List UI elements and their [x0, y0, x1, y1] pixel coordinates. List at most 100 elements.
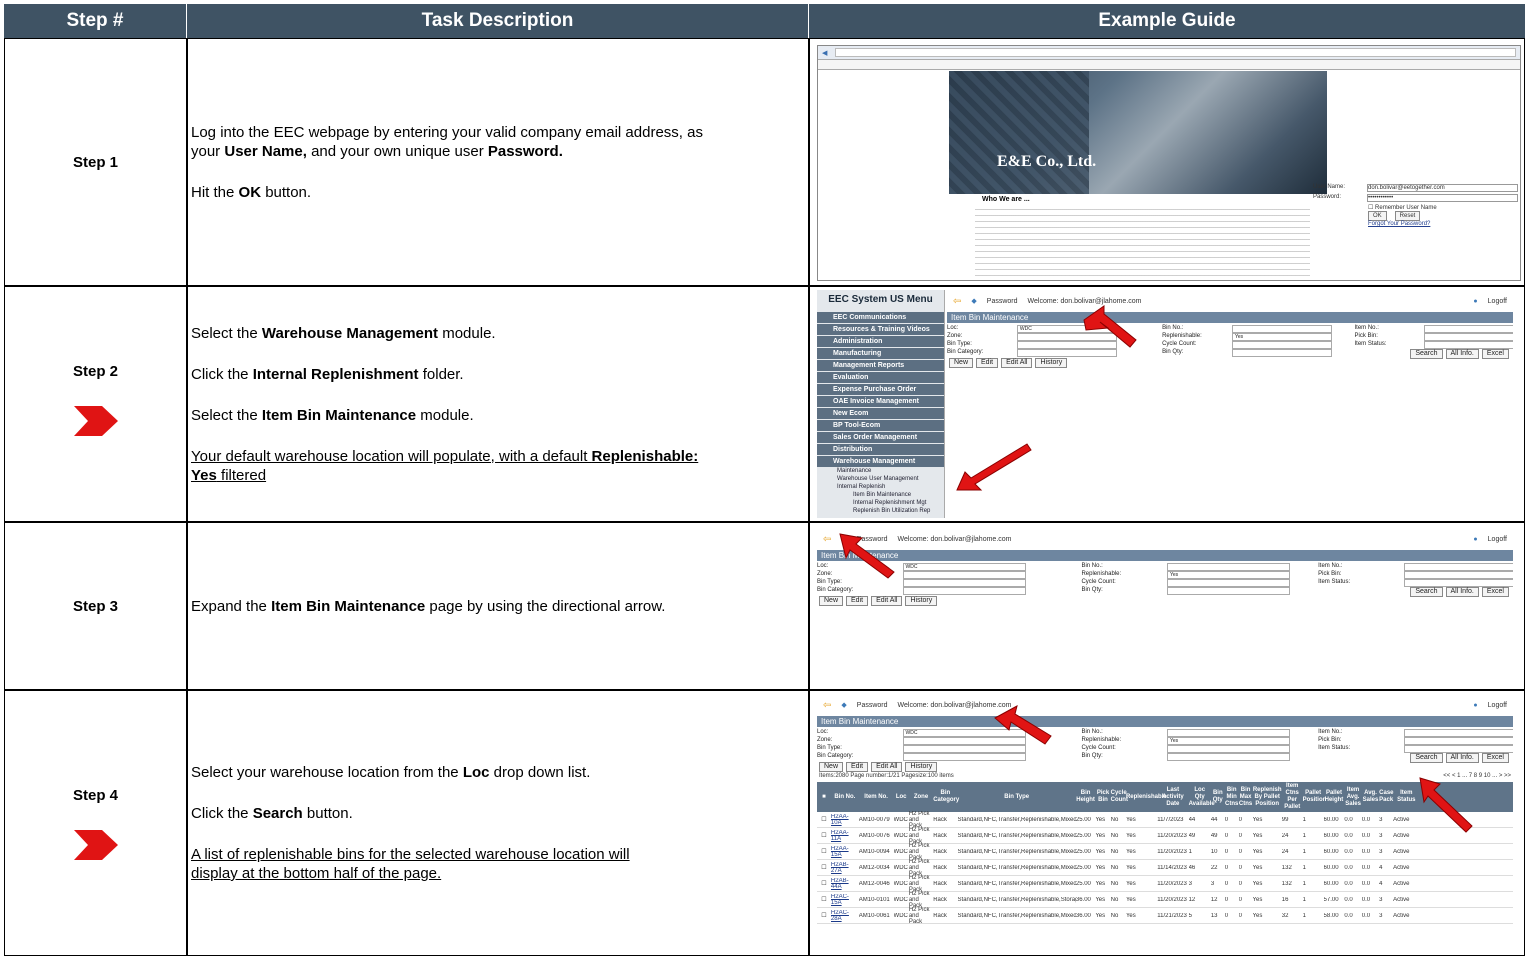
logoff-link[interactable]: Logoff — [1488, 702, 1507, 709]
column-header[interactable]: Pallet Height — [1324, 790, 1345, 804]
menu-item[interactable]: BP Tool-Ecom — [817, 420, 944, 431]
item-status-dropdown[interactable] — [1403, 579, 1513, 587]
replenishable-dropdown[interactable]: Yes — [1231, 333, 1332, 341]
history-button[interactable]: History — [905, 762, 938, 772]
column-header[interactable]: Loc Qty Available — [1189, 787, 1215, 808]
new-button[interactable]: New — [949, 358, 974, 368]
history-button[interactable]: History — [1035, 358, 1068, 368]
row-checkbox[interactable]: ☐ — [817, 880, 831, 887]
pick-bin-dropdown[interactable] — [1424, 333, 1513, 341]
bin-type-dropdown[interactable] — [902, 579, 1026, 587]
edit-all-button[interactable]: Edit All — [871, 762, 903, 772]
search-button[interactable]: Search — [1410, 587, 1443, 597]
zone-dropdown[interactable] — [902, 571, 1026, 579]
bin-qty-dropdown[interactable] — [1166, 753, 1291, 761]
column-header[interactable]: Replenish By Pallet Position — [1253, 787, 1282, 808]
item-no-dropdown[interactable] — [1403, 563, 1513, 571]
replenishable-dropdown[interactable]: Yes — [1166, 571, 1291, 579]
bin-link[interactable]: H2AA-11A — [831, 830, 859, 842]
column-header[interactable]: Bin Height — [1076, 790, 1095, 804]
new-button[interactable]: New — [819, 762, 844, 772]
column-header[interactable]: Case Pack — [1379, 790, 1393, 804]
menu-item[interactable]: Evaluation — [817, 372, 944, 383]
edit-button[interactable]: Edit — [976, 358, 999, 368]
ok-button[interactable]: OK — [1368, 211, 1387, 221]
logoff-link[interactable]: Logoff — [1488, 536, 1507, 543]
bin-qty-dropdown[interactable] — [1166, 587, 1291, 595]
cycle-count-dropdown[interactable] — [1166, 745, 1291, 753]
column-header[interactable]: Bin Min Ctns — [1225, 787, 1239, 808]
user-input[interactable]: don.bolivar@eetogether.com — [1367, 184, 1518, 192]
menu-item[interactable]: OAE Invoice Management — [817, 396, 944, 407]
column-header[interactable]: Loc — [894, 794, 909, 801]
select-all-checkbox[interactable]: ■ — [817, 794, 831, 800]
bin-link[interactable]: H2AA-15A — [831, 846, 859, 858]
menu-subfolder[interactable]: Warehouse User Management — [817, 476, 944, 484]
menu-item[interactable]: Administration — [817, 336, 944, 347]
menu-subfolder[interactable]: Maintenance — [817, 468, 944, 476]
bin-no-dropdown[interactable] — [1166, 563, 1291, 571]
column-header[interactable]: Item Status — [1393, 790, 1419, 804]
menu-item[interactable]: EEC Communications — [817, 312, 944, 323]
expand-arrow-icon[interactable]: ⇦ — [823, 534, 831, 545]
bin-category-dropdown[interactable] — [1016, 349, 1117, 357]
item-status-dropdown[interactable] — [1403, 745, 1513, 753]
history-button[interactable]: History — [905, 596, 938, 606]
menu-item[interactable]: Management Reports — [817, 360, 944, 371]
column-header[interactable]: Cycle Count — [1111, 790, 1128, 804]
column-header[interactable]: Replenishable — [1126, 794, 1167, 801]
replenishable-dropdown[interactable]: Yes — [1166, 737, 1291, 745]
bin-link[interactable]: H2AC-28A — [831, 910, 859, 922]
column-header[interactable]: Zone — [909, 794, 933, 801]
edit-all-button[interactable]: Edit All — [871, 596, 903, 606]
row-checkbox[interactable]: ☐ — [817, 832, 831, 839]
bin-link[interactable]: H2AC-15A — [831, 894, 859, 906]
cycle-count-dropdown[interactable] — [1166, 579, 1291, 587]
expand-arrow-icon[interactable]: ⇦ — [823, 700, 831, 711]
excel-button[interactable]: Excel — [1481, 349, 1509, 359]
column-header[interactable]: Bin Category — [933, 790, 959, 804]
bin-qty-dropdown[interactable] — [1231, 349, 1332, 357]
excel-button[interactable]: Excel — [1481, 587, 1509, 597]
menu-module[interactable]: Replenish Bin Utilization Rep — [817, 508, 944, 516]
expand-arrow-icon[interactable]: ⇦ — [953, 296, 961, 307]
bin-no-dropdown[interactable] — [1166, 729, 1291, 737]
table-row[interactable]: ☐ H2AC-28A AM10-0061 WDC H2 Pick and Pack Rac… — [817, 907, 1513, 925]
reset-button[interactable]: Reset — [1394, 211, 1421, 221]
password-link[interactable]: Password — [857, 702, 888, 709]
password-link[interactable]: Password — [987, 298, 1018, 305]
cycle-count-dropdown[interactable] — [1231, 341, 1332, 349]
bin-link[interactable]: H2AA-10A — [831, 814, 859, 826]
menu-item[interactable]: Expense Purchase Order — [817, 384, 944, 395]
loc-dropdown[interactable]: WDC — [902, 563, 1026, 571]
logoff-link[interactable]: Logoff — [1488, 298, 1507, 305]
menu-module[interactable]: Internal Replenishment Mgt — [817, 500, 944, 508]
bin-link[interactable]: H2AB-27A — [831, 862, 859, 874]
item-status-dropdown[interactable] — [1424, 341, 1513, 349]
column-header[interactable]: Item Avg. Sales — [1344, 787, 1361, 808]
column-header[interactable]: Bin Qty — [1211, 790, 1225, 804]
column-header[interactable]: Bin No. — [831, 794, 859, 801]
column-header[interactable]: Item Ctns Per Pallet — [1282, 783, 1303, 811]
menu-item[interactable]: Warehouse Management — [817, 456, 944, 467]
search-button[interactable]: Search — [1410, 753, 1443, 763]
item-no-dropdown[interactable] — [1403, 729, 1513, 737]
edit-button[interactable]: Edit — [846, 762, 869, 772]
menu-item[interactable]: Manufacturing — [817, 348, 944, 359]
bin-no-dropdown[interactable] — [1231, 325, 1332, 333]
search-button[interactable]: Search — [1410, 349, 1443, 359]
row-checkbox[interactable]: ☐ — [817, 912, 831, 919]
all-info-button[interactable]: All Info. — [1445, 753, 1479, 763]
column-header[interactable]: Item No. — [859, 794, 894, 801]
new-button[interactable]: New — [819, 596, 844, 606]
menu-subfolder[interactable]: Internal Replenish — [817, 484, 944, 492]
menu-module[interactable]: Item Bin Maintenance — [817, 492, 944, 500]
excel-button[interactable]: Excel — [1481, 753, 1509, 763]
pick-bin-dropdown[interactable] — [1403, 737, 1513, 745]
column-header[interactable]: Pallet Position — [1303, 790, 1327, 804]
menu-item[interactable]: Distribution — [817, 444, 944, 455]
pick-bin-dropdown[interactable] — [1403, 571, 1513, 579]
bin-category-dropdown[interactable] — [902, 753, 1026, 761]
bin-link[interactable]: H2AB-44A — [831, 878, 859, 890]
edit-all-button[interactable]: Edit All — [1001, 358, 1033, 368]
